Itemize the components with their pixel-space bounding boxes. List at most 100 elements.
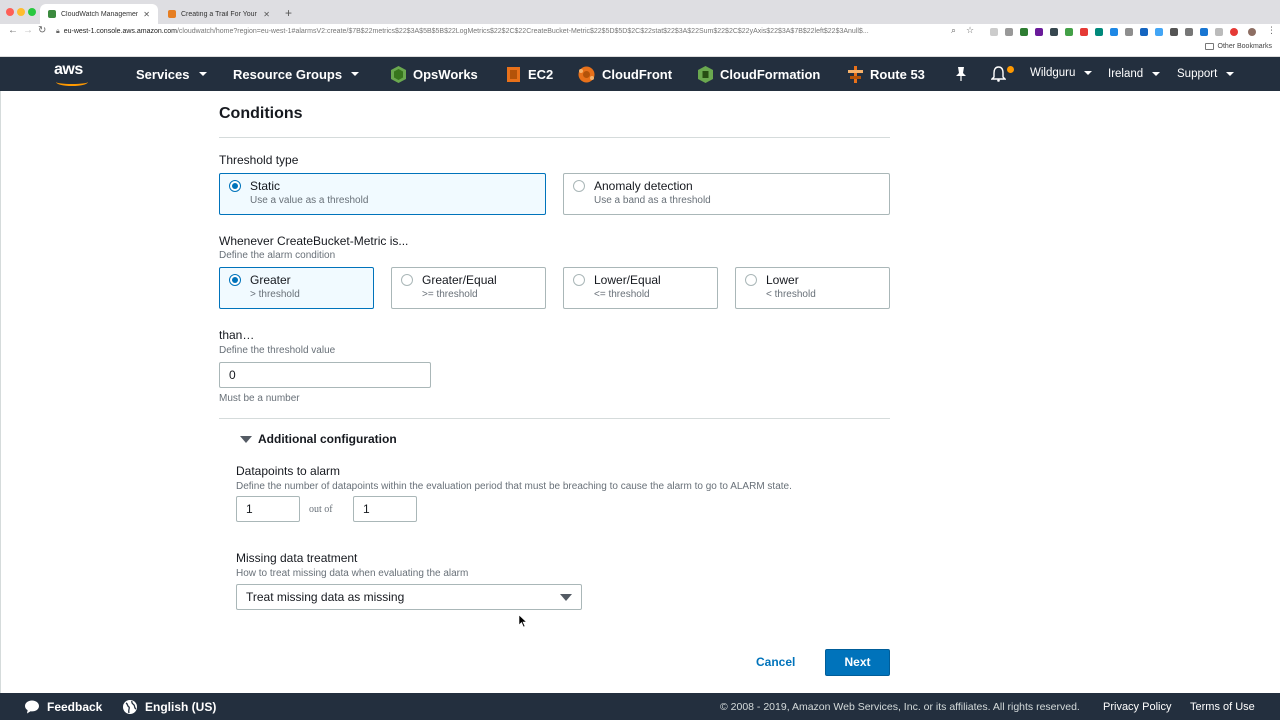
extension-icon[interactable] [1215,28,1223,36]
threshold-type-label: Threshold type [219,153,299,167]
aws-logo[interactable]: aws [54,61,90,87]
close-tab-icon[interactable]: ✕ [263,10,270,19]
chevron-down-icon [198,72,207,76]
aws-smile-icon [56,78,88,86]
shortcut-cloudfront[interactable]: CloudFront [578,57,672,91]
additional-configuration-toggle[interactable]: Additional configuration [240,432,397,446]
dropdown-arrow-icon [560,594,572,601]
browser-tab-strip: CloudWatch Management Con ✕ Creating a T… [0,0,1280,24]
threshold-value-input[interactable]: 0 [219,362,431,388]
operator-lower[interactable]: Lower < threshold [735,267,890,309]
radio-button[interactable] [573,180,585,192]
extension-icon[interactable] [1050,28,1058,36]
close-window-icon[interactable] [6,8,14,16]
chevron-down-icon [1152,72,1161,76]
datapoints-to-alarm-input[interactable]: 1 [236,496,300,522]
radio-button[interactable] [229,274,241,286]
language-selector[interactable]: English (US) [122,693,216,720]
terms-of-use-link[interactable]: Terms of Use [1190,693,1255,720]
shortcut-opsworks[interactable]: OpsWorks [391,57,478,91]
extension-icon[interactable] [1185,28,1193,36]
shortcut-cloudformation[interactable]: CloudFormation [698,57,820,91]
reload-icon[interactable]: ↻ [38,25,46,36]
than-description: Define the threshold value [219,345,336,356]
notification-dot [1007,66,1014,73]
services-menu[interactable]: Services [136,57,207,91]
resource-groups-menu[interactable]: Resource Groups [233,57,360,91]
url-field[interactable]: 🔒︎ eu-west-1.console.aws.amazon.com/cloud… [56,25,976,39]
extension-icon[interactable] [1200,28,1208,36]
opsworks-icon [391,65,406,83]
threshold-type-static[interactable]: Static Use a value as a threshold [219,173,546,215]
account-menu[interactable]: Wildguru [1030,56,1093,90]
forward-icon[interactable]: → [23,25,33,36]
threshold-type-anomaly[interactable]: Anomaly detection Use a band as a thresh… [563,173,890,215]
address-bar-row: ← → ↻ 🔒︎ eu-west-1.console.aws.amazon.com… [0,24,1280,40]
missing-data-select[interactable]: Treat missing data as missing [236,584,582,610]
browser-tab-cloudwatch[interactable]: CloudWatch Management Con ✕ [40,4,158,24]
bell-icon[interactable] [991,66,1006,82]
extension-icon[interactable] [1110,28,1118,36]
profile-avatar[interactable] [1248,28,1256,36]
missing-data-description: How to treat missing data when evaluatin… [236,568,469,579]
feedback-link[interactable]: Feedback [24,693,102,720]
cloudwatch-favicon-icon [48,10,56,18]
aws-docs-favicon-icon [168,10,176,18]
operator-lower-equal[interactable]: Lower/Equal <= threshold [563,267,718,309]
threshold-hint: Must be a number [219,393,300,404]
whenever-label: Whenever CreateBucket-Metric is... [219,234,409,248]
extension-icon[interactable] [1020,28,1028,36]
missing-data-label: Missing data treatment [236,551,358,565]
whenever-description: Define the alarm condition [219,250,336,261]
operator-greater[interactable]: Greater > threshold [219,267,374,309]
extension-icon[interactable] [1230,28,1238,36]
extension-icon[interactable] [1080,28,1088,36]
maximize-window-icon[interactable] [28,8,36,16]
operator-greater-equal[interactable]: Greater/Equal >= threshold [391,267,546,309]
chevron-down-icon [351,72,360,76]
next-button[interactable]: Next [825,649,890,676]
radio-button[interactable] [401,274,413,286]
extension-icon[interactable] [1140,28,1148,36]
speech-bubble-icon [25,700,39,713]
evaluation-periods-input[interactable]: 1 [353,496,417,522]
out-of-label: out of [309,504,333,515]
chevron-down-icon [1226,72,1235,76]
radio-button[interactable] [745,274,757,286]
cancel-button[interactable]: Cancel [756,655,795,669]
cloudformation-icon [698,65,713,83]
datapoints-description: Define the number of datapoints within t… [236,481,792,492]
extension-icon[interactable] [1155,28,1163,36]
caret-down-icon [240,435,252,443]
back-icon[interactable]: ← [8,25,18,36]
alarm-wizard-content: Conditions Threshold type Static Use a v… [0,91,1280,693]
browser-tab-trail[interactable]: Creating a Trail For Your AWS ✕ [160,4,278,24]
more-menu-icon[interactable]: ⋮ [1267,25,1276,36]
divider [219,418,890,419]
minimize-window-icon[interactable] [17,8,25,16]
shortcut-route53[interactable]: Route 53 [848,57,925,91]
extension-icon[interactable] [1170,28,1178,36]
close-tab-icon[interactable]: ✕ [143,10,150,19]
region-menu[interactable]: Ireland [1108,57,1161,91]
console-footer: Feedback English (US) © 2008 - 2019, Ama… [0,693,1280,720]
other-bookmarks[interactable]: Other Bookmarks [1204,43,1272,50]
privacy-policy-link[interactable]: Privacy Policy [1103,693,1171,720]
cloudfront-icon [578,66,595,82]
pin-icon[interactable] [955,67,967,81]
extension-icon[interactable] [1035,28,1043,36]
support-menu[interactable]: Support [1177,57,1235,91]
extension-icon[interactable] [990,28,998,36]
divider [219,137,890,138]
new-tab-icon[interactable]: + [285,6,292,20]
radio-button[interactable] [229,180,241,192]
shortcut-ec2[interactable]: EC2 [506,57,553,91]
extension-icon[interactable] [1065,28,1073,36]
bookmark-star-icon[interactable]: ☆ [966,25,974,36]
bookmarks-bar: Other Bookmarks [0,40,1280,57]
extension-icon[interactable] [1125,28,1133,36]
search-icon[interactable]: ⌕ [951,25,956,36]
extension-icon[interactable] [1005,28,1013,36]
radio-button[interactable] [573,274,585,286]
extension-icon[interactable] [1095,28,1103,36]
